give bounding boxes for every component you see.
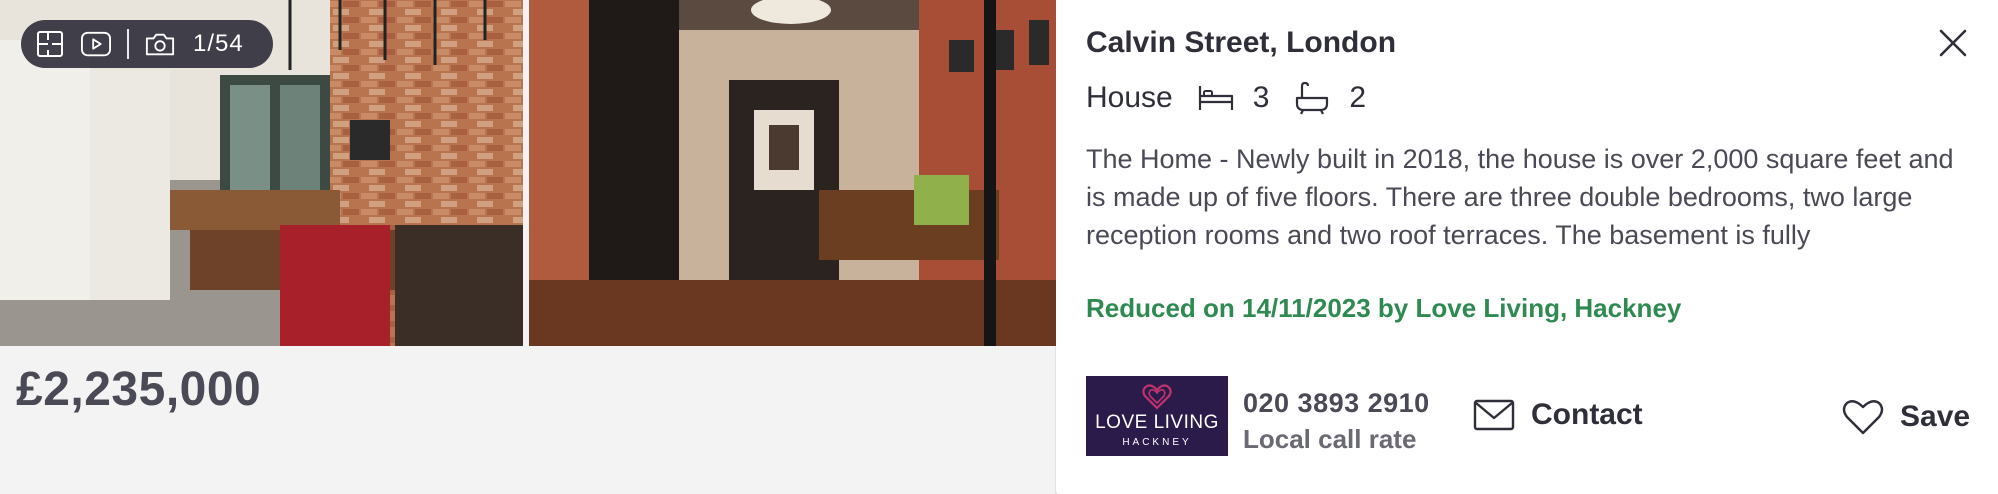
price-reduced-note: Reduced on 14/11/2023 by Love Living, Ha… <box>1086 293 1682 323</box>
heart-logo-icon <box>1142 384 1172 410</box>
camera-icon[interactable] <box>145 29 175 59</box>
agent-logo-area: HACKNEY <box>1122 437 1192 448</box>
property-photo-2[interactable] <box>529 0 1056 346</box>
call-rate-note: Local call rate <box>1243 424 1417 454</box>
property-type: House <box>1086 81 1173 114</box>
listing-description: The Home - Newly built in 2018, the hous… <box>1086 144 1954 250</box>
property-specs: House 3 2 <box>1086 78 1390 118</box>
agent-logo-name: LOVE LIVING <box>1095 412 1219 433</box>
bed-icon <box>1198 86 1233 110</box>
video-icon[interactable] <box>81 29 111 59</box>
property-card[interactable]: 1/54 £2,235,000 Calvin Street, London Ho… <box>0 0 1998 494</box>
agent-phone[interactable]: 020 3893 2910 <box>1243 388 1430 419</box>
contact-button[interactable]: Contact <box>1473 398 1643 432</box>
hallway-photo <box>529 0 1056 346</box>
photo-counter: 1/54 <box>193 30 244 57</box>
heart-icon <box>1842 400 1884 435</box>
save-label: Save <box>1900 400 1971 433</box>
floorplan-icon[interactable] <box>35 29 65 59</box>
contact-label: Contact <box>1531 398 1643 431</box>
listing-price: £2,235,000 <box>16 363 262 416</box>
bedroom-count: 3 <box>1252 81 1270 114</box>
details-panel: Calvin Street, London House 3 2 The Home… <box>1057 0 1998 494</box>
bathroom-count: 2 <box>1349 81 1367 114</box>
agent-logo[interactable]: LOVE LIVING HACKNEY <box>1086 376 1228 456</box>
bath-icon <box>1296 81 1329 115</box>
listing-title[interactable]: Calvin Street, London <box>1086 26 1396 60</box>
media-bar-divider <box>127 29 129 59</box>
gallery-media-bar: 1/54 <box>21 20 273 68</box>
close-icon[interactable] <box>1936 26 1970 60</box>
envelope-icon <box>1473 399 1515 431</box>
save-button[interactable]: Save <box>1842 398 1970 436</box>
gallery-panel: 1/54 £2,235,000 <box>0 0 1056 494</box>
